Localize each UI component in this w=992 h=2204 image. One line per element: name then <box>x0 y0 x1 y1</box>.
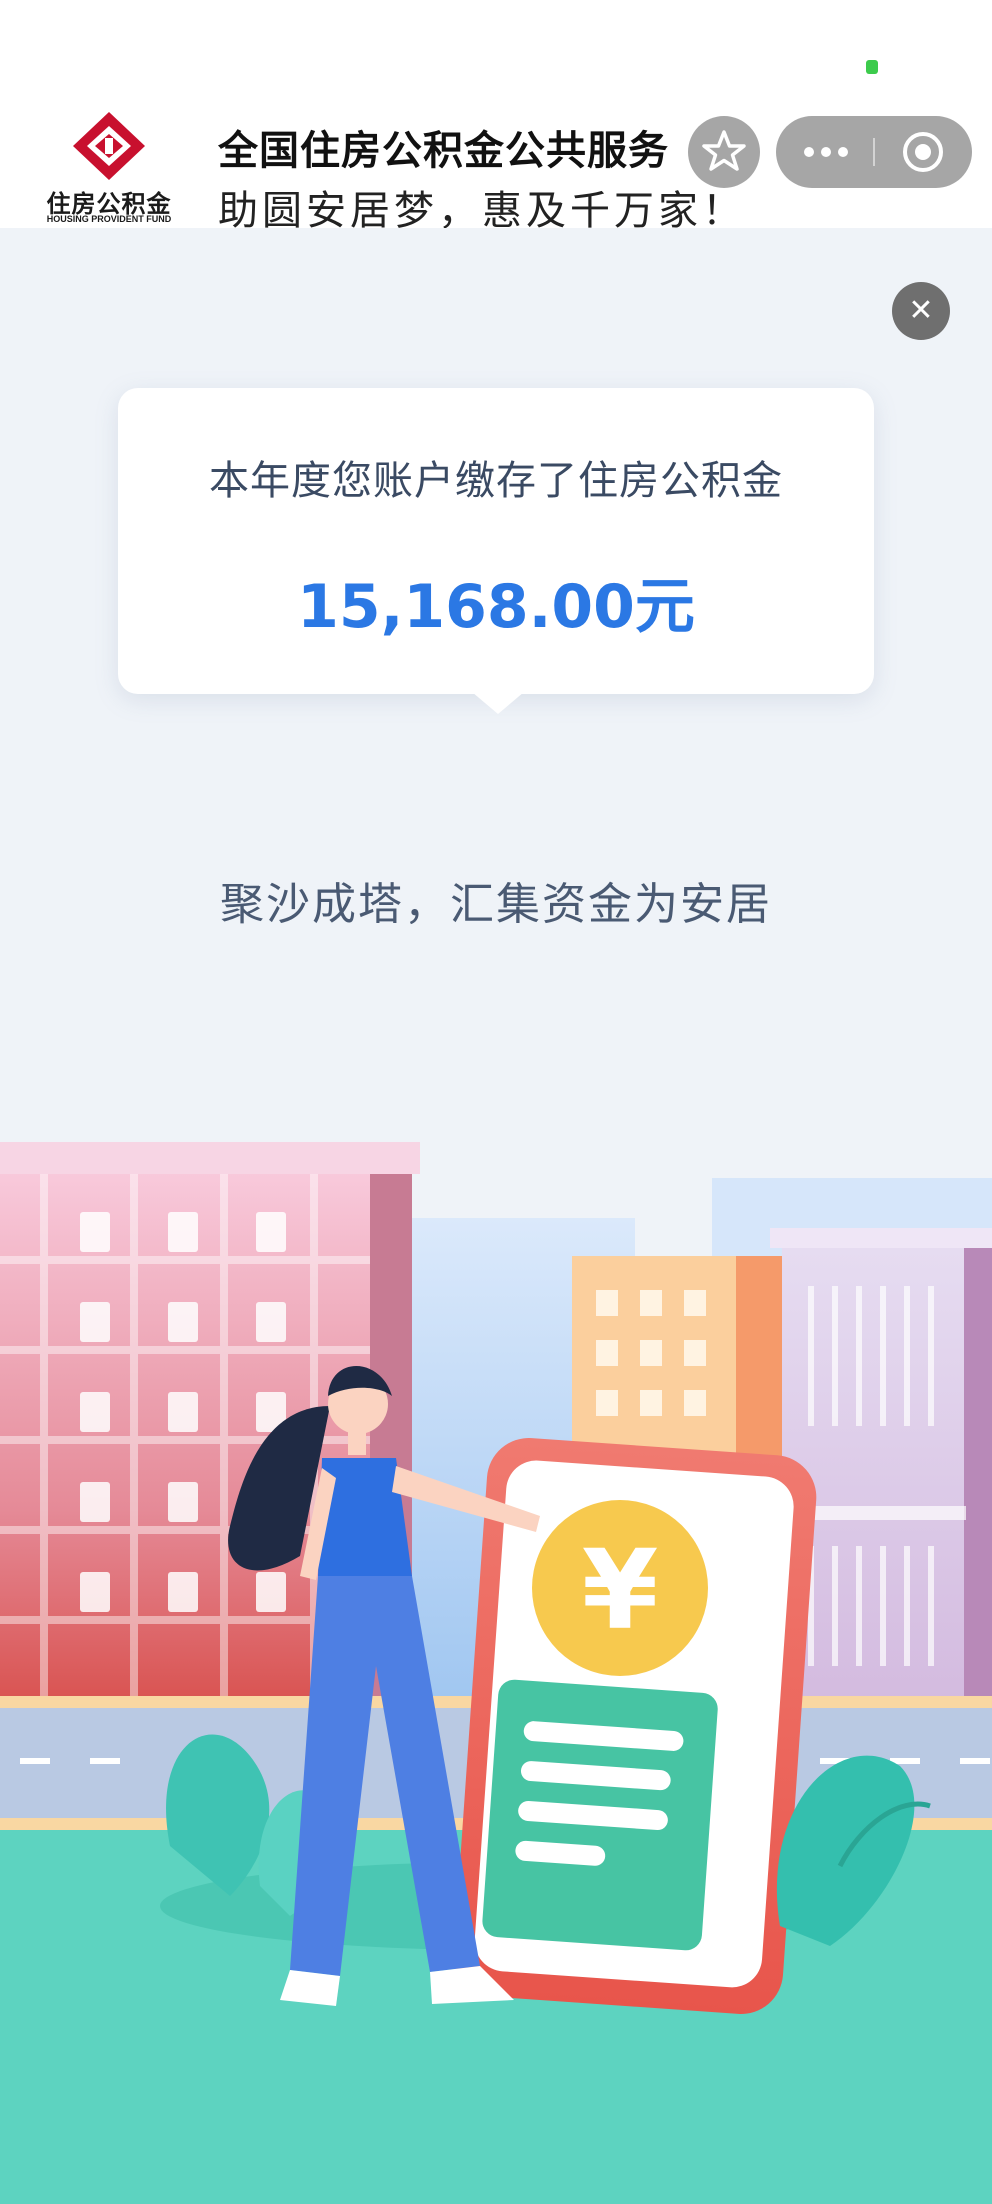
summary-amount: 15,168.00元 <box>297 572 695 642</box>
mini-program-capsule <box>776 116 972 188</box>
summary-card: 本年度您账户缴存了住房公积金 15,168.00元 <box>118 388 874 714</box>
svg-text:¥: ¥ <box>582 1526 659 1654</box>
brand-title: 全国住房公积金公共服务 <box>218 128 669 174</box>
favorite-button[interactable] <box>688 116 760 188</box>
city-illustration: ¥ <box>0 1142 992 2204</box>
star-icon <box>702 130 746 171</box>
more-dots-icon <box>804 147 848 157</box>
summary-label: 本年度您账户缴存了住房公积金 <box>209 458 783 504</box>
close-button[interactable]: ✕ <box>892 282 950 340</box>
close-icon: ✕ <box>908 293 934 328</box>
popup-content: ✕ 本年度您账户缴存了住房公积金 15,168.00元 聚沙成塔，汇集资金为安居 <box>0 228 992 2204</box>
app-header: 住房公积金 HOUSING PROVIDENT FUND 全国住房公积金公共服务… <box>0 0 992 234</box>
popup-slogan: 聚沙成塔，汇集资金为安居 <box>220 879 772 930</box>
logo-emblem-icon <box>73 112 145 180</box>
target-circle-icon <box>903 132 943 172</box>
more-button[interactable] <box>776 116 874 188</box>
housing-fund-logo: 住房公积金 HOUSING PROVIDENT FUND <box>34 108 184 228</box>
exit-button[interactable] <box>875 116 972 188</box>
status-indicator <box>866 60 878 74</box>
logo-text-en: HOUSING PROVIDENT FUND <box>46 214 172 224</box>
